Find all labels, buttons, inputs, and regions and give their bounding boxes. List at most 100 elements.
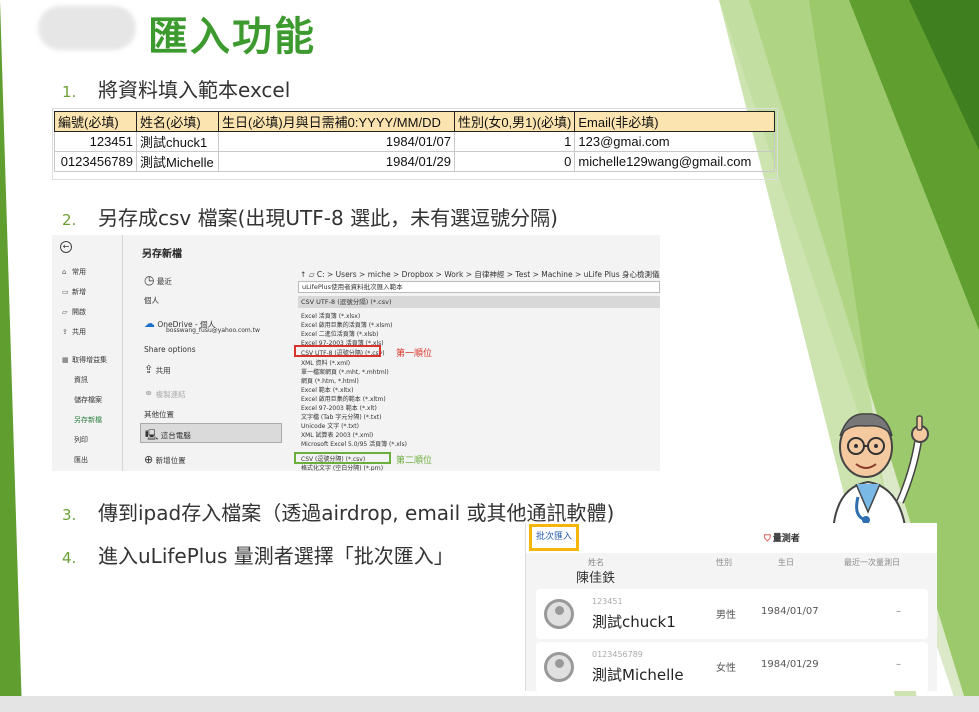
- cell[interactable]: 1984/01/07: [218, 131, 455, 152]
- nav-item-print[interactable]: 列印: [74, 435, 88, 445]
- cell[interactable]: 123@gmai.com: [574, 131, 776, 152]
- slide: 匯入功能 1. 將資料填入範本excel 編號(必填) 姓名(必填) 生日(必填)…: [0, 0, 979, 712]
- avatar-icon: [544, 652, 574, 682]
- breadcrumb[interactable]: ↑ ▱ C: > Users > miche > Dropbox > Work …: [300, 269, 660, 280]
- column-header-birthday: 生日: [778, 558, 794, 567]
- nav-item-addins[interactable]: ▦ 取得增益集: [62, 355, 107, 365]
- file-type-option[interactable]: XML 資料 (*.xml): [301, 358, 350, 367]
- left-green-stripe: [0, 0, 22, 712]
- header-cell: 編號(必填): [54, 111, 137, 132]
- share-options-heading: Share options: [144, 345, 196, 354]
- cell[interactable]: 0: [453, 151, 576, 172]
- dialog-title: 另存新檔: [142, 249, 182, 260]
- personal-heading: 個人: [144, 296, 159, 305]
- file-type-select[interactable]: CSV UTF-8 (逗號分隔) (*.csv): [298, 296, 660, 308]
- excel-table: 編號(必填) 姓名(必填) 生日(必填)月與日需補0:YYYY/MM/DD 性別…: [54, 111, 776, 172]
- file-type-option[interactable]: Microsoft Excel 5.0/95 活頁簿 (*.xls): [301, 439, 407, 448]
- measurer-title: ⛉ 量測者: [764, 534, 800, 544]
- account-email: bosswang_fusu@yahoo.com.tw: [166, 327, 260, 334]
- first-choice-label: 第一順位: [396, 349, 433, 359]
- back-arrow-icon[interactable]: ←: [60, 241, 72, 253]
- folder-icon: ▱: [62, 308, 68, 316]
- computer-icon: 🖳: [145, 430, 159, 441]
- ipad-screenshot: 批次匯入 ⛉ 量測者 姓名 性別 生日 最近一次量測日 陳佳鉄 123451 測試…: [525, 523, 937, 691]
- list-item-partial[interactable]: 陳佳鉄: [576, 567, 615, 586]
- nav-item-open[interactable]: ▱ 開啟: [62, 307, 86, 317]
- blurred-logo: [38, 6, 136, 50]
- second-choice-highlight: [294, 452, 391, 464]
- file-type-option[interactable]: Unicode 文字 (*.txt): [301, 421, 359, 430]
- cell[interactable]: 測試chuck1: [136, 131, 219, 152]
- file-type-option[interactable]: Excel 二進位活頁簿 (*.xlsb): [301, 329, 378, 338]
- page-title: 匯入功能: [148, 14, 316, 60]
- recent-item[interactable]: ◷ 最近: [144, 273, 172, 287]
- cell[interactable]: 測試Michelle: [136, 151, 219, 172]
- grid-icon: ▦: [62, 356, 69, 364]
- header-cell: Email(非必填): [574, 111, 776, 132]
- home-icon: ⌂: [62, 268, 67, 276]
- file-type-option[interactable]: 文字檔 (Tab 字元分隔) (*.txt): [301, 412, 381, 421]
- globe-icon: ⊕: [144, 453, 154, 466]
- table-header-row: 編號(必填) 姓名(必填) 生日(必填)月與日需補0:YYYY/MM/DD 性別…: [54, 111, 776, 132]
- cell[interactable]: 1984/01/29: [218, 151, 455, 172]
- ipad-topbar: [526, 523, 937, 553]
- other-locations-heading: 其他位置: [144, 410, 174, 419]
- divider: [122, 235, 123, 471]
- new-file-icon: ▭: [62, 288, 69, 296]
- step-4: 4. 進入uLifePlus 量測者選擇「批次匯入」: [62, 544, 454, 568]
- table-row: 123451 測試chuck1 1984/01/07 1 123@gmai.co…: [54, 131, 776, 152]
- step-1: 1. 將資料填入範本excel: [62, 78, 291, 102]
- filename-field[interactable]: uLifePlus使用者資料批次匯入範本: [298, 281, 660, 293]
- file-type-option[interactable]: 單一檔案網頁 (*.mht, *.mhtml): [301, 367, 389, 376]
- doctor-mascot-illustration: [831, 413, 929, 532]
- list-item[interactable]: 123451 測試chuck1 男性 1984/01/07 –: [536, 589, 928, 639]
- nav-item-save-as[interactable]: 另存新檔: [74, 415, 102, 425]
- nav-item-share[interactable]: ⇪ 共用: [62, 327, 86, 337]
- clock-icon: ◷: [144, 273, 155, 287]
- cloud-icon: ☁: [144, 317, 155, 330]
- file-type-option[interactable]: Excel 97-2003 範本 (*.xlt): [301, 403, 377, 412]
- list-item[interactable]: 0123456789 測試Michelle 女性 1984/01/29 –: [536, 642, 928, 691]
- this-pc-item[interactable]: 🖳 這台電腦: [140, 423, 282, 443]
- cell[interactable]: 0123456789: [54, 151, 137, 172]
- step-3: 3. 傳到ipad存入檔案（透過airdrop, email 或其他通訊軟體): [62, 501, 615, 525]
- column-header-last-measured: 最近一次量測日: [844, 558, 900, 567]
- column-header-gender: 性別: [716, 558, 732, 567]
- copy-link-item[interactable]: ⚭ 複製連結: [144, 387, 186, 400]
- share-icon: ⇪: [144, 363, 154, 376]
- up-arrow-icon[interactable]: ↑: [300, 270, 306, 279]
- nav-item-export[interactable]: 匯出: [74, 455, 88, 465]
- first-choice-highlight: [294, 345, 381, 357]
- nav-item-info[interactable]: 資訊: [74, 375, 88, 385]
- nav-item-new[interactable]: ▭ 新增: [62, 287, 86, 297]
- save-as-dialog: ← ⌂ 常用 ▭ 新增 ▱ 開啟 ⇪ 共用 ▦ 取得增益集 資訊 儲存檔案 另存新檔 列印…: [52, 235, 660, 471]
- file-type-option[interactable]: Excel 範本 (*.xltx): [301, 385, 353, 394]
- file-type-option[interactable]: Excel 啟用巨集的活頁簿 (*.xlsm): [301, 320, 393, 329]
- add-location-item[interactable]: ⊕ 新增位置: [144, 453, 186, 466]
- file-type-option[interactable]: XML 試算表 2003 (*.xml): [301, 430, 373, 439]
- step-2: 2. 另存成csv 檔案(出現UTF-8 選此，未有選逗號分隔): [62, 206, 558, 230]
- header-cell: 生日(必填)月與日需補0:YYYY/MM/DD: [218, 111, 455, 132]
- share-icon: ⇪: [62, 328, 68, 336]
- shield-icon: ⛉: [764, 534, 771, 544]
- file-type-option[interactable]: 格式化文字 (空白分隔) (*.prn): [301, 463, 383, 471]
- file-type-option[interactable]: Excel 啟用巨集的範本 (*.xltm): [301, 394, 386, 403]
- backstage-nav: ← ⌂ 常用 ▭ 新增 ▱ 開啟 ⇪ 共用 ▦ 取得增益集 資訊 儲存檔案 另存新檔 列印…: [52, 235, 122, 471]
- folder-icon: ▱: [308, 270, 315, 279]
- nav-item-home[interactable]: ⌂ 常用: [62, 267, 86, 277]
- link-icon: ⚭: [144, 387, 154, 400]
- header-cell: 性別(女0,男1)(必填): [453, 111, 576, 132]
- file-type-option[interactable]: 網頁 (*.htm, *.html): [301, 376, 359, 385]
- cell[interactable]: 1: [453, 131, 576, 152]
- bottom-bar: [0, 696, 979, 712]
- batch-import-button[interactable]: 批次匯入: [529, 524, 579, 551]
- share-item[interactable]: ⇪ 共用: [144, 363, 171, 376]
- header-cell: 姓名(必填): [136, 111, 219, 132]
- file-type-option[interactable]: Excel 活頁簿 (*.xlsx): [301, 311, 360, 320]
- cell[interactable]: 123451: [54, 131, 137, 152]
- avatar-icon: [544, 599, 574, 629]
- nav-item-save[interactable]: 儲存檔案: [74, 395, 102, 405]
- table-row: 0123456789 測試Michelle 1984/01/29 0 miche…: [54, 151, 776, 172]
- cell[interactable]: michelle129wang@gmail.com: [574, 151, 776, 172]
- second-choice-label: 第二順位: [396, 456, 433, 466]
